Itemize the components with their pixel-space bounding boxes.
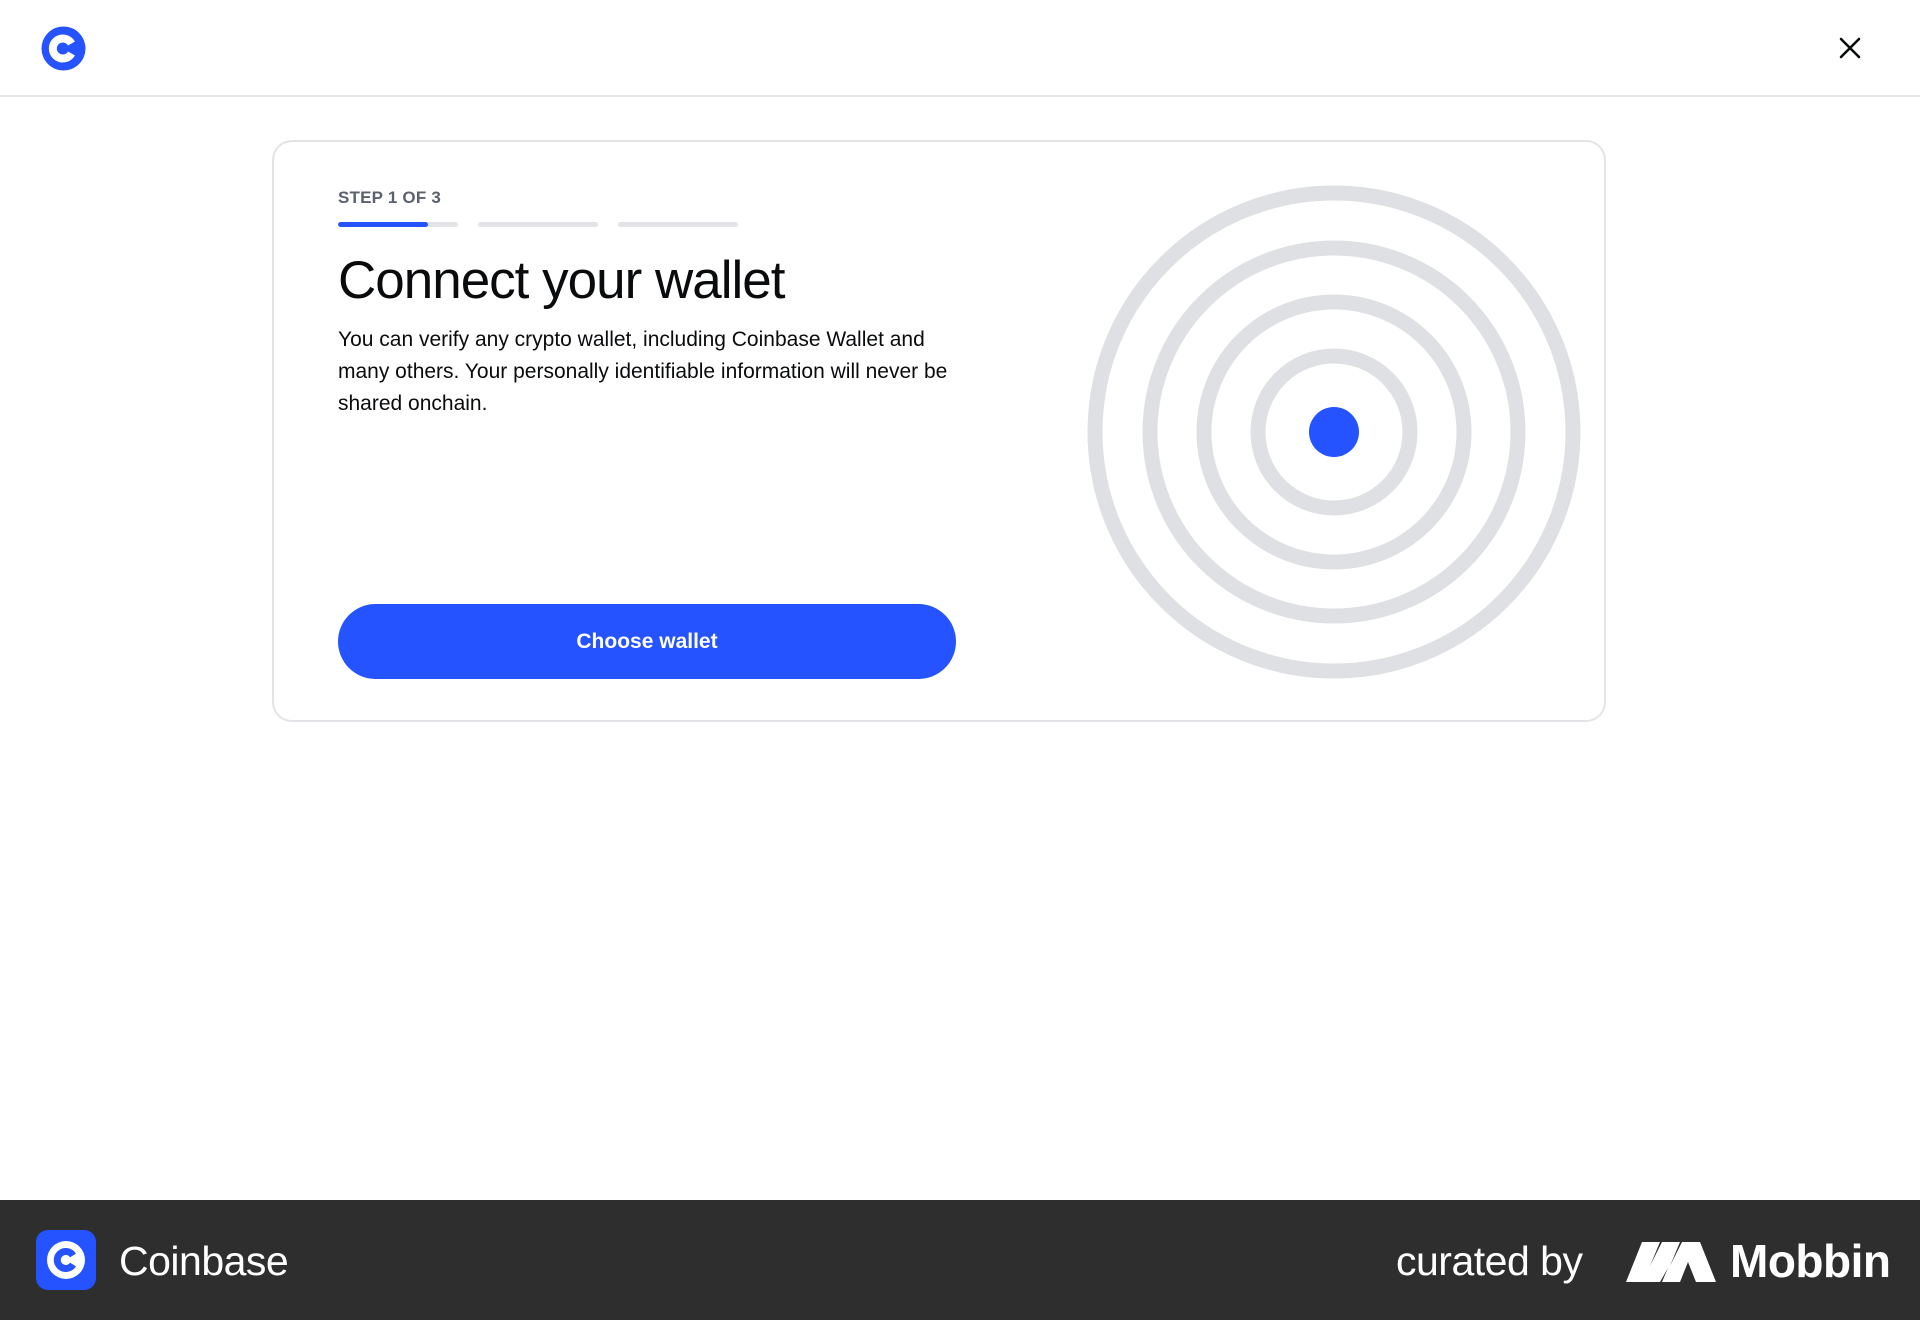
top-bar xyxy=(0,0,1920,97)
coinbase-app-icon xyxy=(36,1230,96,1290)
progress-segment-1 xyxy=(338,222,458,227)
mobbin-logo-icon xyxy=(1626,1242,1716,1282)
center-dot xyxy=(1309,407,1359,457)
curated-by-label: curated by xyxy=(1396,1238,1583,1284)
choose-wallet-button[interactable]: Choose wallet xyxy=(338,604,956,679)
progress-segment-3 xyxy=(618,222,738,227)
coinbase-logo-icon[interactable] xyxy=(41,26,86,71)
close-icon xyxy=(1839,37,1861,59)
close-button[interactable] xyxy=(1828,30,1872,66)
progress-segment-fill xyxy=(338,222,428,227)
footer-bar: Coinbase curated by Mobbin xyxy=(0,1200,1920,1320)
progress-segment-2 xyxy=(478,222,598,227)
connect-wallet-card: STEP 1 OF 3 Connect your wallet You can … xyxy=(272,140,1606,722)
coinbase-logo-icon xyxy=(47,1241,85,1279)
concentric-rings-illustration xyxy=(1087,185,1581,679)
page-title: Connect your wallet xyxy=(338,251,785,310)
mobbin-wordmark: Mobbin xyxy=(1730,1235,1891,1287)
description-text: You can verify any crypto wallet, includ… xyxy=(338,328,948,415)
step-indicator: STEP 1 OF 3 xyxy=(338,188,441,207)
footer-brand-name: Coinbase xyxy=(119,1238,289,1284)
